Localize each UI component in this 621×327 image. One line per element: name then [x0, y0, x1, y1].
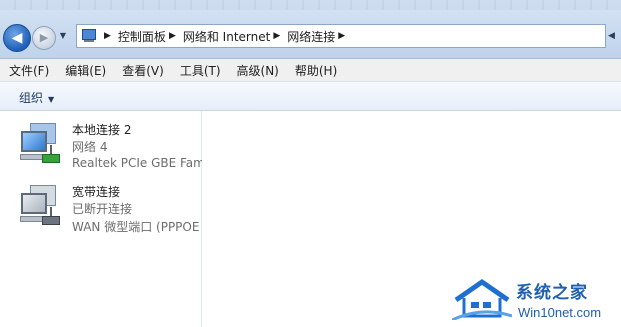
back-button[interactable]: ◀	[3, 24, 31, 52]
organize-label: 组织	[19, 91, 44, 105]
connection-name: 宽带连接	[72, 185, 121, 199]
breadcrumb-separator-icon[interactable]: ▶	[104, 31, 111, 41]
site-watermark: 系统之家 Win10net.com	[452, 272, 620, 326]
menu-bar: 文件(F) 编辑(E) 查看(V) 工具(T) 高级(N) 帮助(H)	[0, 59, 621, 82]
command-bar: 组织 ▼	[0, 82, 621, 111]
menu-advanced[interactable]: 高级(N)	[228, 62, 286, 79]
network-adapter-connected-icon	[18, 121, 60, 165]
connection-device: WAN 微型端口 (PPPOE	[72, 220, 200, 234]
menu-tools[interactable]: 工具(T)	[171, 62, 228, 79]
menu-file[interactable]: 文件(F)	[0, 62, 56, 79]
organize-button[interactable]: 组织 ▼	[19, 89, 54, 106]
forward-button[interactable]: ▶	[32, 26, 56, 50]
house-logo-icon	[452, 278, 512, 320]
breadcrumb-control-panel[interactable]: 控制面板	[118, 28, 166, 45]
control-panel-icon	[81, 28, 97, 44]
breadcrumb-separator-icon[interactable]: ▶	[273, 31, 280, 41]
connection-item-local[interactable]: 本地连接 2 网络 4 Realtek PCIe GBE Fam	[18, 121, 203, 185]
breadcrumb-network-internet[interactable]: 网络和 Internet	[183, 28, 270, 45]
chevron-down-icon: ▼	[48, 95, 55, 104]
address-dropdown-icon[interactable]: ◀	[608, 31, 621, 43]
watermark-url: Win10net.com	[518, 305, 602, 320]
connection-device: Realtek PCIe GBE Fam	[72, 156, 202, 170]
menu-help[interactable]: 帮助(H)	[286, 62, 344, 79]
broadband-disconnected-icon	[18, 183, 60, 227]
connection-status: 网络 4	[72, 140, 108, 154]
menu-view[interactable]: 查看(V)	[113, 62, 171, 79]
address-bar-region: ◀ ▶ ▼ ▶ 控制面板 ▶ 网络和 Internet ▶ 网络连接 ▶ ◀	[0, 0, 621, 59]
address-field[interactable]: ▶ 控制面板 ▶ 网络和 Internet ▶ 网络连接 ▶	[76, 24, 606, 48]
connection-name: 本地连接 2	[72, 123, 132, 137]
breadcrumb-network-connections[interactable]: 网络连接	[287, 28, 335, 45]
breadcrumb-separator-icon[interactable]: ▶	[169, 31, 176, 41]
breadcrumb-separator-icon[interactable]: ▶	[338, 31, 345, 41]
recent-pages-dropdown[interactable]: ▼	[58, 31, 68, 41]
watermark-title: 系统之家	[516, 283, 588, 303]
menu-edit[interactable]: 编辑(E)	[56, 62, 113, 79]
connection-item-broadband[interactable]: 宽带连接 已断开连接 WAN 微型端口 (PPPOE	[18, 183, 203, 247]
connection-status: 已断开连接	[72, 202, 133, 216]
